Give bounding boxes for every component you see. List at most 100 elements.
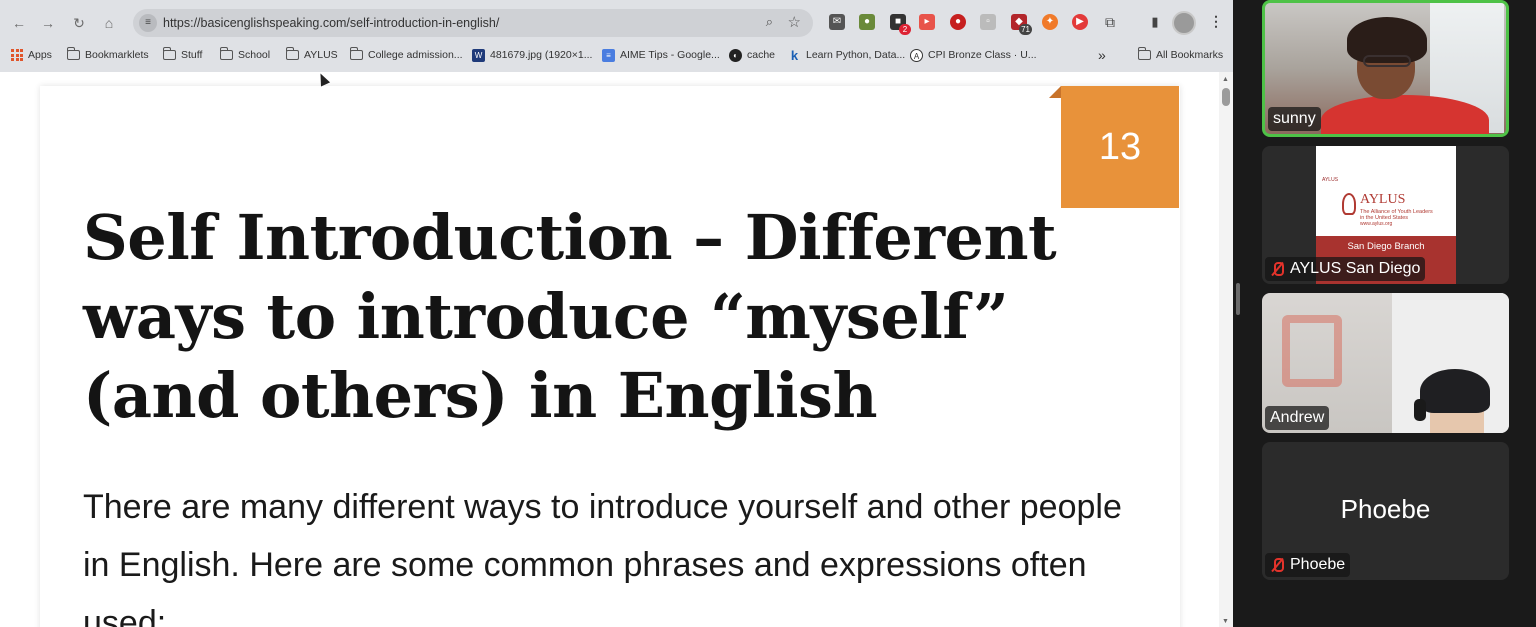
profile-avatar[interactable] <box>1172 11 1196 35</box>
bookmark-stuff[interactable]: Stuff <box>162 47 203 63</box>
article-title: Self Introduction – Different ways to in… <box>83 201 1057 432</box>
bookmark-aime-tips[interactable]: ≡ AIME Tips - Google... <box>602 47 720 63</box>
bookmark-label: Bookmarklets <box>85 49 149 61</box>
extension-2-badge: 2 <box>899 24 911 35</box>
gmail-extension-icon[interactable]: ✉ <box>829 14 845 30</box>
forward-arrow-icon[interactable]: → <box>39 14 57 32</box>
bookmark-label: College admission... <box>368 49 463 61</box>
scroll-down-arrow-icon[interactable]: ▼ <box>1222 618 1229 625</box>
participant-name-tag: sunny <box>1268 107 1321 131</box>
bookmark-bookmarklets[interactable]: Bookmarklets <box>66 47 149 63</box>
page-content: 13 Self Introduction – Different ways to… <box>0 72 1233 627</box>
reload-icon[interactable]: ↻ <box>70 14 88 32</box>
participant-name: Phoebe <box>1290 556 1346 573</box>
participant-name: Andrew <box>1270 409 1325 426</box>
bookmarks-bar: Apps Bookmarklets Stuff School AYLUS Col… <box>0 42 1233 68</box>
bookmark-learn-python[interactable]: k Learn Python, Data... <box>788 47 905 63</box>
bookmark-college-admission[interactable]: College admission... <box>349 47 463 63</box>
video-participants-panel: sunny AYLUS AYLUS The Alliance of Youth … <box>1233 0 1536 627</box>
bookmark-star-icon[interactable]: ☆ <box>788 13 801 31</box>
browser-toolbar: ← → ↻ ⌂ ≡ https://basicenglishspeaking.c… <box>0 6 1233 40</box>
folder-icon <box>162 47 176 60</box>
participant-name: sunny <box>1273 110 1316 127</box>
participant-body <box>1321 95 1489 134</box>
bookmark-label: School <box>238 49 271 61</box>
bookmark-all-bookmarks[interactable]: All Bookmarks <box>1137 47 1224 63</box>
aylus-website: www.aylus.org <box>1360 221 1393 227</box>
extension-8-icon[interactable]: ▶ <box>1072 14 1088 30</box>
zoom-icon[interactable]: ⌕ <box>766 14 773 30</box>
extension-6-badge: 71 <box>1019 24 1032 35</box>
participant-glasses <box>1363 55 1411 67</box>
folder-icon <box>219 47 233 60</box>
folder-icon <box>66 47 80 60</box>
bookmark-image[interactable]: W 481679.jpg (1920×1... <box>472 47 592 63</box>
a-favicon: A <box>910 48 923 62</box>
folder-icon <box>349 47 363 60</box>
extension-5-icon[interactable]: ▫ <box>980 14 996 30</box>
participant-name-tag: Andrew <box>1265 406 1330 430</box>
address-bar[interactable]: ≡ https://basicenglishspeaking.com/self-… <box>133 9 813 37</box>
mic-muted-icon <box>1270 557 1284 573</box>
extension-2-icon[interactable]: ■ 2 <box>890 14 911 35</box>
participant-tile-phoebe[interactable]: Phoebe Phoebe <box>1262 442 1509 580</box>
bookmark-cache[interactable]: ◐ cache <box>729 47 775 63</box>
site-info-icon[interactable]: ≡ <box>139 14 157 32</box>
extensions-puzzle-icon[interactable]: ⧉ <box>1102 14 1118 30</box>
screen: ← → ↻ ⌂ ≡ https://basicenglishspeaking.c… <box>0 0 1536 627</box>
apps-grid-icon <box>11 49 23 61</box>
extension-1-icon[interactable]: ● <box>859 14 875 30</box>
scroll-up-arrow-icon[interactable]: ▲ <box>1222 76 1229 83</box>
bookmarks-overflow-chevron[interactable]: » <box>1098 47 1106 63</box>
extension-6-icon[interactable]: ◆ 71 <box>1011 14 1032 35</box>
participant-name-tag: Phoebe <box>1265 553 1351 577</box>
bookmark-aylus[interactable]: AYLUS <box>285 47 338 63</box>
participant-tile-sunny[interactable]: sunny <box>1262 0 1509 137</box>
participant-tile-andrew[interactable]: Andrew <box>1262 293 1509 433</box>
panel-resize-handle[interactable] <box>1236 283 1240 315</box>
headset-icon <box>1414 399 1426 421</box>
participant-name: AYLUS San Diego <box>1290 260 1421 277</box>
torch-icon <box>1342 193 1356 215</box>
participant-display-name: Phoebe <box>1340 494 1431 524</box>
bookmark-label: AYLUS <box>304 49 338 61</box>
participant-name-tag: AYLUS San Diego <box>1265 257 1426 281</box>
image-favicon: W <box>472 48 485 62</box>
side-panel-icon[interactable]: ▮ <box>1147 14 1163 30</box>
docs-favicon: ≡ <box>602 48 615 62</box>
bookmark-label: All Bookmarks <box>1156 49 1224 61</box>
participant-tile-aylus-san-diego[interactable]: AYLUS AYLUS The Alliance of Youth Leader… <box>1262 146 1509 284</box>
extension-4-icon[interactable]: ● <box>950 14 966 30</box>
bookmark-label: 481679.jpg (1920×1... <box>490 49 593 61</box>
aylus-small-logo: AYLUS <box>1322 177 1339 183</box>
bookmark-label: Stuff <box>181 49 203 61</box>
page-scrollbar[interactable]: ▲ ▼ <box>1219 72 1233 627</box>
extension-7-icon[interactable]: ✦ <box>1042 14 1058 30</box>
bookmark-apps[interactable]: Apps <box>11 47 52 63</box>
bookmark-cpi-bronze[interactable]: A CPI Bronze Class · U... <box>910 47 1037 63</box>
bookmark-label: CPI Bronze Class · U... <box>928 49 1037 61</box>
background-decor <box>1282 315 1342 387</box>
article-paragraph: There are many different ways to introdu… <box>83 488 1122 627</box>
bookmark-label: cache <box>747 49 776 61</box>
bookmark-label: Apps <box>28 49 52 61</box>
mic-muted-icon <box>1270 261 1284 277</box>
participant-hair <box>1420 369 1490 413</box>
article-number-badge: 13 <box>1049 86 1179 208</box>
browser-menu-icon[interactable]: ⋮ <box>1209 13 1223 30</box>
home-icon[interactable]: ⌂ <box>100 14 118 32</box>
article-card: 13 Self Introduction – Different ways to… <box>40 86 1180 627</box>
globe-favicon: ◐ <box>729 48 742 62</box>
bookmark-label: Learn Python, Data... <box>806 49 906 61</box>
back-arrow-icon[interactable]: ← <box>10 14 28 32</box>
folder-icon <box>285 47 299 60</box>
folder-icon <box>1137 47 1151 60</box>
aylus-branch-label: San Diego Branch <box>1347 241 1425 252</box>
k-favicon: k <box>790 47 799 63</box>
bookmark-label: AIME Tips - Google... <box>620 49 720 61</box>
bookmark-school[interactable]: School <box>219 47 271 63</box>
aylus-brand: AYLUS <box>1360 192 1406 207</box>
url-text[interactable]: https://basicenglishspeaking.com/self-in… <box>163 16 499 30</box>
extension-3-icon[interactable]: ▸ <box>919 14 935 30</box>
scrollbar-thumb[interactable] <box>1222 88 1230 106</box>
